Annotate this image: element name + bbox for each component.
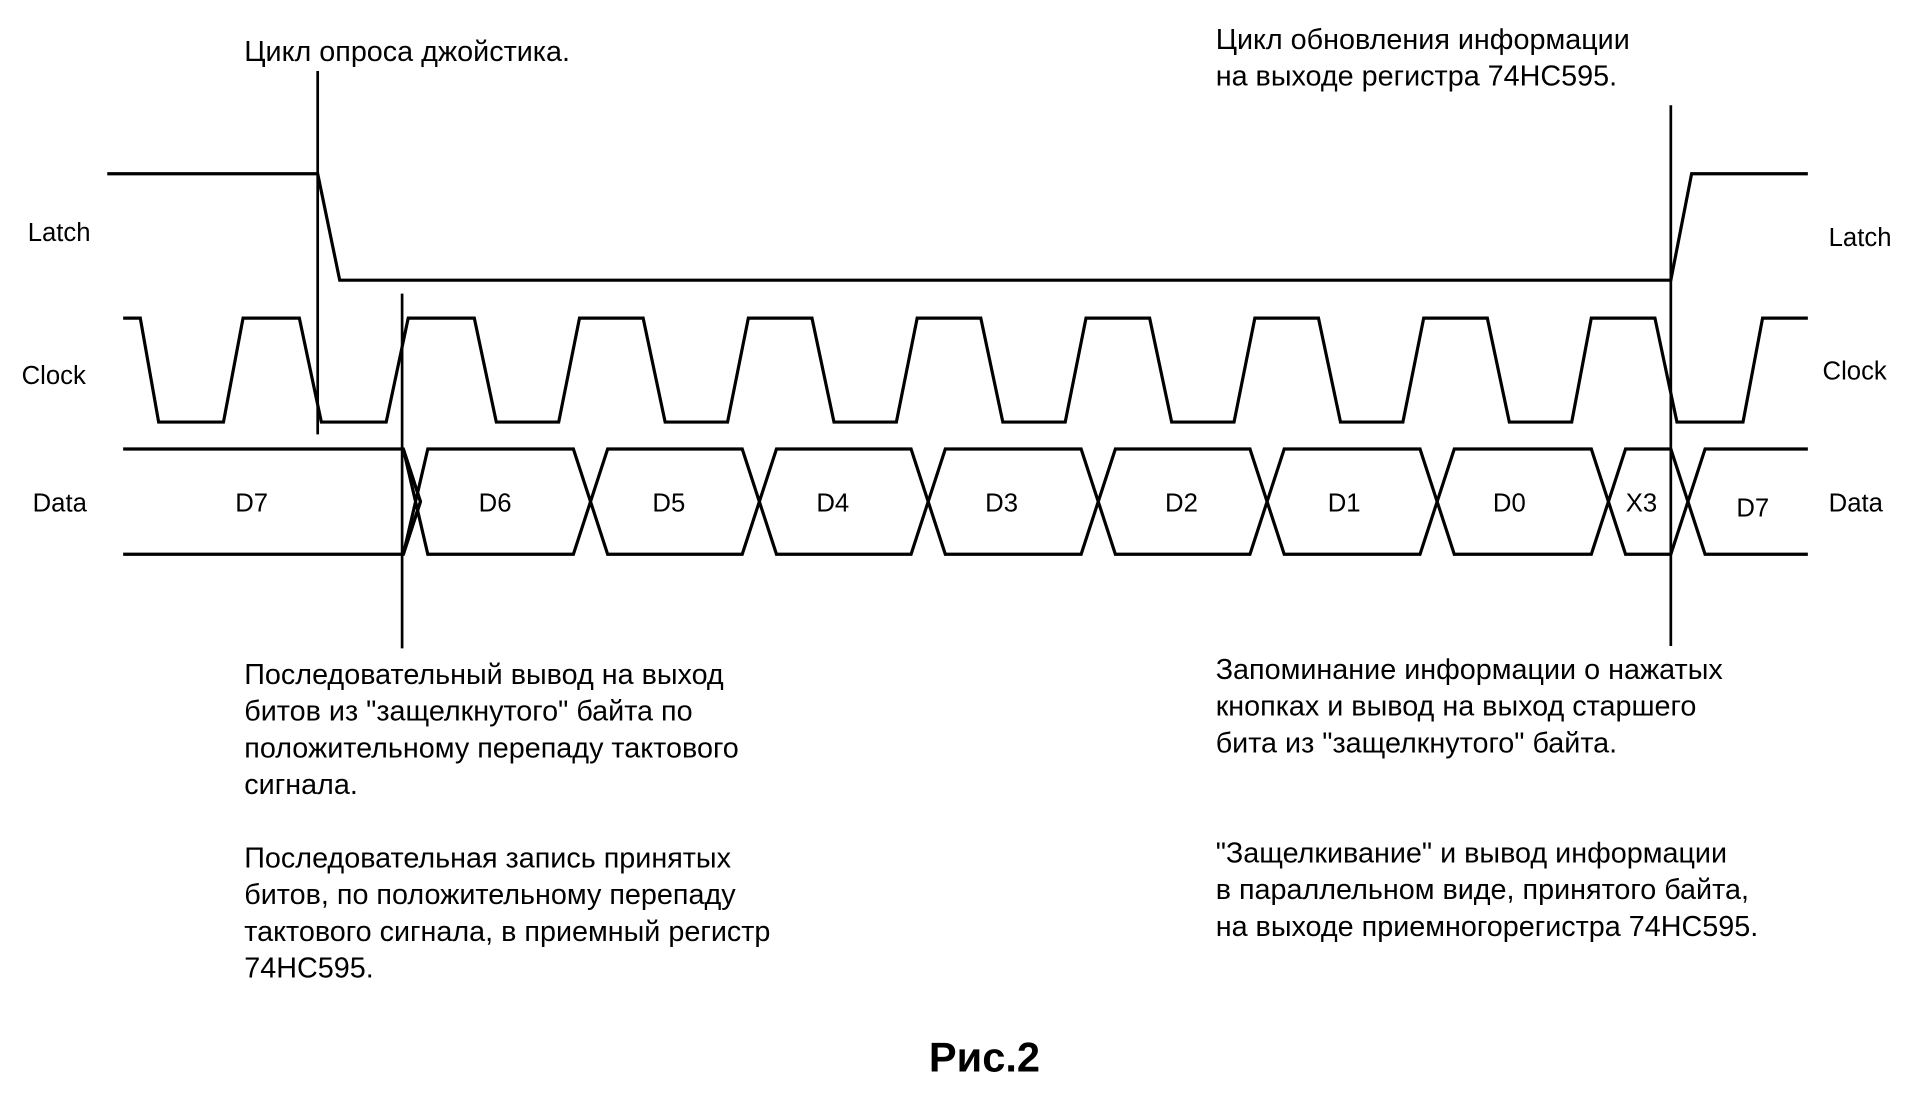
data-bus-shapes — [401, 447, 1808, 556]
figure-caption: Рис.2 — [929, 1034, 1040, 1081]
data-bit-label: D1 — [1328, 489, 1361, 517]
data-bus-top — [123, 447, 423, 556]
serial-output-note: Последовательный вывод на выход битов из… — [244, 659, 747, 801]
data-bit-label: D3 — [985, 489, 1018, 517]
latch-label-right: Latch — [1829, 224, 1892, 252]
store-info-note: Запоминание информации о нажатых кнопках… — [1216, 654, 1731, 759]
poll-cycle-note: Цикл опроса джойстика. — [244, 36, 570, 68]
note-line: положительному перепаду тактового — [244, 732, 739, 764]
clock-waveform — [123, 316, 1808, 424]
note-line: кнопках и вывод на выход старшего — [1216, 691, 1697, 723]
note-line: Последовательная запись принятых — [244, 842, 731, 874]
data-bit-label: D2 — [1165, 489, 1198, 517]
data-bit-label: X3 — [1626, 489, 1657, 517]
data-bus — [123, 447, 1808, 556]
clock-label-right: Clock — [1823, 357, 1887, 385]
data-bit-label: D7 — [1736, 494, 1769, 522]
data-bit-label: D7 — [235, 489, 268, 517]
note-line: 74HC595. — [244, 953, 373, 985]
note-line: тактового сигнала, в приемный регистр — [244, 916, 770, 948]
latching-note: "Защелкивание" и вывод информации в пара… — [1216, 838, 1759, 943]
note-line: Цикл обновления информации — [1216, 24, 1630, 56]
note-line: на выходе приемногорегистра 74HC595. — [1216, 911, 1759, 943]
note-line: Цикл опроса джойстика. — [244, 36, 570, 68]
timing-diagram: Цикл опроса джойстика. Цикл обновления и… — [22, 24, 1892, 1081]
data-bit-label: D4 — [816, 489, 849, 517]
note-line: в параллельном виде, принятого байта, — [1216, 874, 1749, 906]
note-line: битов из "защелкнутого" байта по — [244, 696, 692, 728]
data-label-left: Data — [33, 489, 88, 517]
data-label-right: Data — [1829, 489, 1884, 517]
latch-label-left: Latch — [28, 219, 91, 247]
data-bit-label: D6 — [479, 489, 512, 517]
note-line: Запоминание информации о нажатых — [1216, 654, 1724, 686]
note-line: "Защелкивание" и вывод информации — [1216, 838, 1727, 870]
data-bit-label: D0 — [1493, 489, 1526, 517]
clock-label-left: Clock — [22, 362, 86, 390]
latch-waveform — [107, 172, 1808, 282]
serial-write-note: Последовательная запись принятых битов, … — [244, 842, 778, 984]
note-line: бита из "защелкнутого" байта. — [1216, 727, 1617, 759]
update-cycle-note: Цикл обновления информации на выходе рег… — [1216, 24, 1638, 93]
note-line: сигнала. — [244, 769, 358, 801]
note-line: битов, по положительному перепаду — [244, 879, 736, 911]
note-line: Последовательный вывод на выход — [244, 659, 724, 691]
note-line: на выходе регистра 74HC595. — [1216, 61, 1617, 93]
data-bit-label: D5 — [652, 489, 685, 517]
